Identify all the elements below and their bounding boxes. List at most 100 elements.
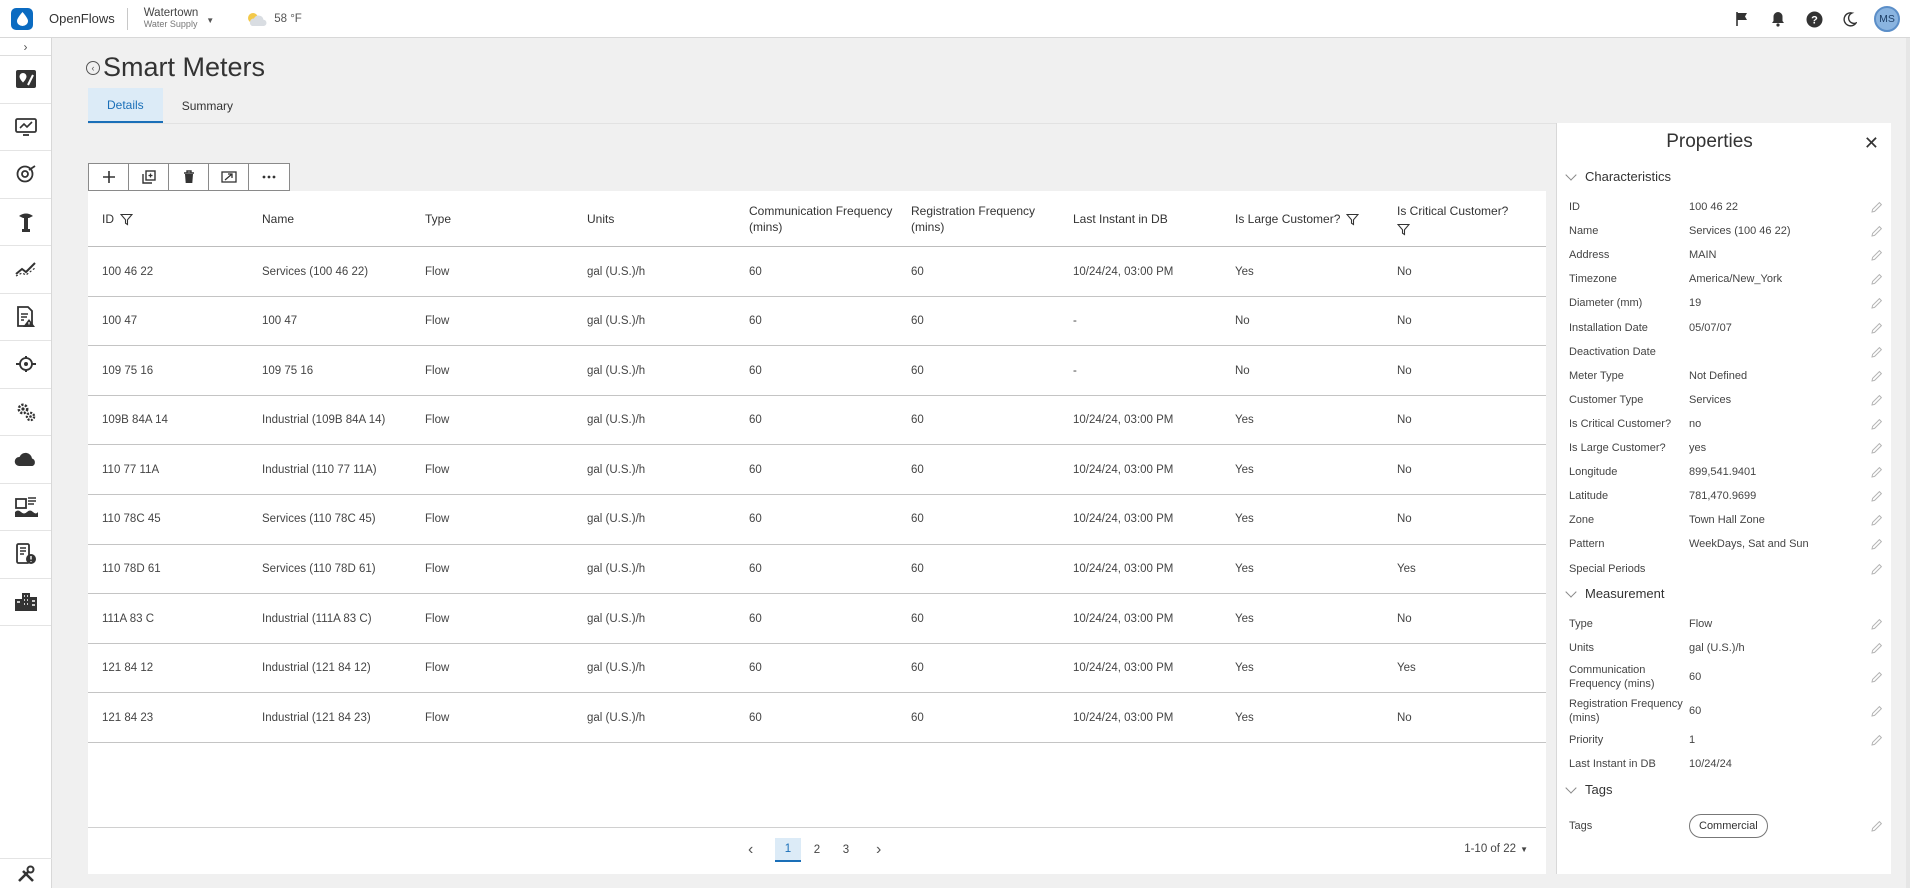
table-row[interactable]: 100 46 22 Services (100 46 22) Flow gal (U.… [88,247,1546,297]
table-cell: Industrial (121 84 12) [262,662,371,675]
tools-icon[interactable] [0,858,52,888]
building-icon[interactable] [0,579,51,626]
trend-icon[interactable] [0,246,51,294]
gears-icon[interactable] [0,389,51,436]
chevron-down-icon[interactable]: ▼ [1520,845,1528,854]
top-right-actions: ? MS [1724,0,1910,38]
filter-icon[interactable] [1397,223,1410,236]
tab-details[interactable]: Details [88,88,163,123]
page-scrollbar[interactable] [1906,38,1910,888]
edit-pencil-icon[interactable] [1871,466,1883,478]
moon-icon[interactable] [1832,0,1868,38]
edit-pencil-icon[interactable] [1871,538,1883,551]
table-row[interactable]: 111A 83 C Industrial (111A 83 C) Flow gal (… [88,594,1546,644]
page-range-selector[interactable]: 1-10 of 22 [1464,843,1516,855]
more-actions-button[interactable] [249,164,289,190]
edit-pencil-icon[interactable] [1871,418,1883,430]
property-value: 899,541.9401 [1689,466,1757,479]
edit-pencil-icon[interactable] [1871,705,1883,717]
cloud-icon[interactable] [0,436,51,484]
filter-icon[interactable] [1346,213,1360,226]
edit-pencil-icon[interactable] [1871,346,1883,358]
bell-icon[interactable] [1760,0,1796,38]
edit-pencil-icon[interactable] [1871,671,1883,683]
page-2-button[interactable]: 2 [804,838,830,862]
table-row[interactable]: 110 78C 45 Services (110 78C 45) Flow gal (… [88,495,1546,545]
monitor-icon[interactable] [0,104,51,151]
edit-pencil-icon[interactable] [1871,249,1883,261]
edit-pencil-icon[interactable] [1871,563,1883,575]
table-row[interactable]: 110 78D 61 Services (110 78D 61) Flow gal (… [88,545,1546,595]
flag-icon[interactable] [1724,0,1760,38]
tab-summary[interactable]: Summary [163,88,252,123]
table-row[interactable]: 100 47 100 47 Flow gal (U.S.)/h 60 60 - No No [88,297,1546,347]
section-header[interactable]: Measurement [1565,585,1664,601]
hydrant-icon[interactable] [0,199,51,246]
column-header[interactable]: Registration Frequency (mins) [911,191,1071,247]
column-header[interactable]: ID [102,191,252,247]
edit-pencil-icon[interactable] [1871,442,1883,454]
edit-pencil-icon[interactable] [1871,642,1883,654]
edit-pencil-icon[interactable] [1871,370,1883,382]
chevron-down-icon[interactable]: ▼ [206,16,214,25]
column-header[interactable]: Last Instant in DB [1073,191,1223,247]
target-icon[interactable] [0,151,51,199]
property-row: Pattern WeekDays, Sat and Sun [1569,532,1887,556]
table-row[interactable]: 109 75 16 109 75 16 Flow gal (U.S.)/h 60 60 - N… [88,346,1546,396]
column-header[interactable]: Name [262,191,412,247]
column-header[interactable]: Is Large Customer? [1235,191,1385,247]
edit-pencil-icon[interactable] [1871,490,1883,502]
delete-button[interactable] [169,164,209,190]
edit-pencil-icon[interactable] [1871,322,1883,334]
column-header[interactable]: Is Critical Customer? [1397,191,1547,247]
next-page-icon[interactable]: › [876,841,881,859]
table-cell: Industrial (110 77 11A) [262,463,377,476]
section-header[interactable]: Tags [1565,781,1612,797]
edit-pencil-icon[interactable] [1871,273,1883,285]
table-row[interactable]: 121 84 23 Industrial (121 84 23) Flow gal (… [88,693,1546,743]
table-row[interactable]: 110 77 11A Industrial (110 77 11A) Flow gal… [88,445,1546,495]
edit-pencil-icon[interactable] [1871,394,1883,406]
table-cell: Yes [1235,513,1254,526]
user-avatar[interactable]: MS [1874,6,1900,32]
edit-pencil-icon[interactable] [1871,225,1883,237]
column-header[interactable]: Units [587,191,737,247]
previous-page-icon[interactable]: ‹ [748,841,753,859]
edit-pencil-icon[interactable] [1871,734,1883,746]
expand-nav-icon[interactable]: › [0,38,51,56]
edit-pencil-icon[interactable] [1871,201,1883,213]
add-button[interactable] [89,164,129,190]
back-arrow-icon[interactable]: ‹ [86,60,100,75]
column-header[interactable]: Type [425,191,575,247]
filter-icon[interactable] [120,213,133,226]
edit-pencil-icon[interactable] [1871,618,1883,630]
edit-pencil-icon[interactable] [1871,820,1883,832]
edit-pencil-icon[interactable] [1871,514,1883,526]
column-header[interactable]: Communication Frequency (mins) [749,191,909,247]
flood-icon[interactable] [0,484,51,531]
property-row: Priority 1 [1569,728,1887,752]
pump-icon[interactable] [0,341,51,389]
table-cell: 60 [749,364,762,377]
section-header[interactable]: Characteristics [1565,168,1671,184]
map-pin-icon[interactable] [0,56,51,104]
location-selector[interactable]: Watertown Water Supply [144,7,199,30]
close-icon[interactable]: ✕ [1864,133,1879,154]
device-alert-icon[interactable] [0,531,51,579]
report-alert-icon[interactable] [0,294,51,341]
table-row[interactable]: 121 84 12 Industrial (121 84 12) Flow gal (… [88,644,1546,694]
duplicate-button[interactable] [129,164,169,190]
tag-chip[interactable]: Commercial [1689,814,1768,838]
edit-pencil-icon[interactable] [1871,297,1883,310]
page-1-button[interactable]: 1 [775,838,801,862]
divider [126,7,128,30]
table-cell: Industrial (109B 84A 14) [262,414,386,427]
property-label: Is Large Customer? [1569,442,1666,454]
page-3-button[interactable]: 3 [833,838,859,862]
property-value: Flow [1689,618,1713,630]
openflows-logo-icon[interactable] [11,7,33,30]
import-button[interactable] [209,164,249,190]
table-row[interactable]: 109B 84A 14 Industrial (109B 84A 14) Flow g… [88,396,1546,446]
help-icon[interactable]: ? [1796,0,1832,38]
table-cell: 60 [749,463,762,476]
